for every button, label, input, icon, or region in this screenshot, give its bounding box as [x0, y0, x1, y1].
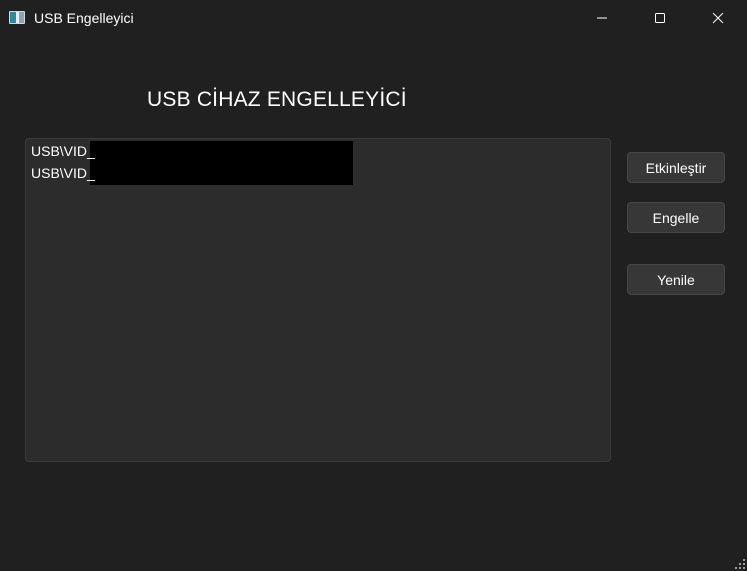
- close-button[interactable]: [689, 0, 747, 36]
- window-title: USB Engelleyici: [34, 10, 134, 26]
- usb-device-list[interactable]: USB\VID_ USB\VID_: [25, 138, 611, 462]
- list-item[interactable]: USB\VID_: [31, 163, 361, 183]
- enable-button[interactable]: Etkinleştir: [627, 152, 725, 183]
- resize-grip-icon[interactable]: [735, 559, 745, 569]
- title-bar: USB Engelleyici: [0, 0, 747, 36]
- device-id-label: USB\VID_: [31, 165, 95, 181]
- maximize-icon: [655, 13, 665, 23]
- block-button[interactable]: Engelle: [627, 202, 725, 233]
- maximize-button[interactable]: [631, 0, 689, 36]
- close-icon: [712, 12, 724, 24]
- minimize-button[interactable]: [573, 0, 631, 36]
- refresh-button[interactable]: Yenile: [627, 264, 725, 295]
- app-window-icon: [9, 11, 25, 24]
- page-title: USB CİHAZ ENGELLEYİCİ: [147, 88, 407, 111]
- list-item[interactable]: USB\VID_: [31, 141, 361, 161]
- minimize-icon: [597, 17, 607, 19]
- device-id-label: USB\VID_: [31, 143, 95, 159]
